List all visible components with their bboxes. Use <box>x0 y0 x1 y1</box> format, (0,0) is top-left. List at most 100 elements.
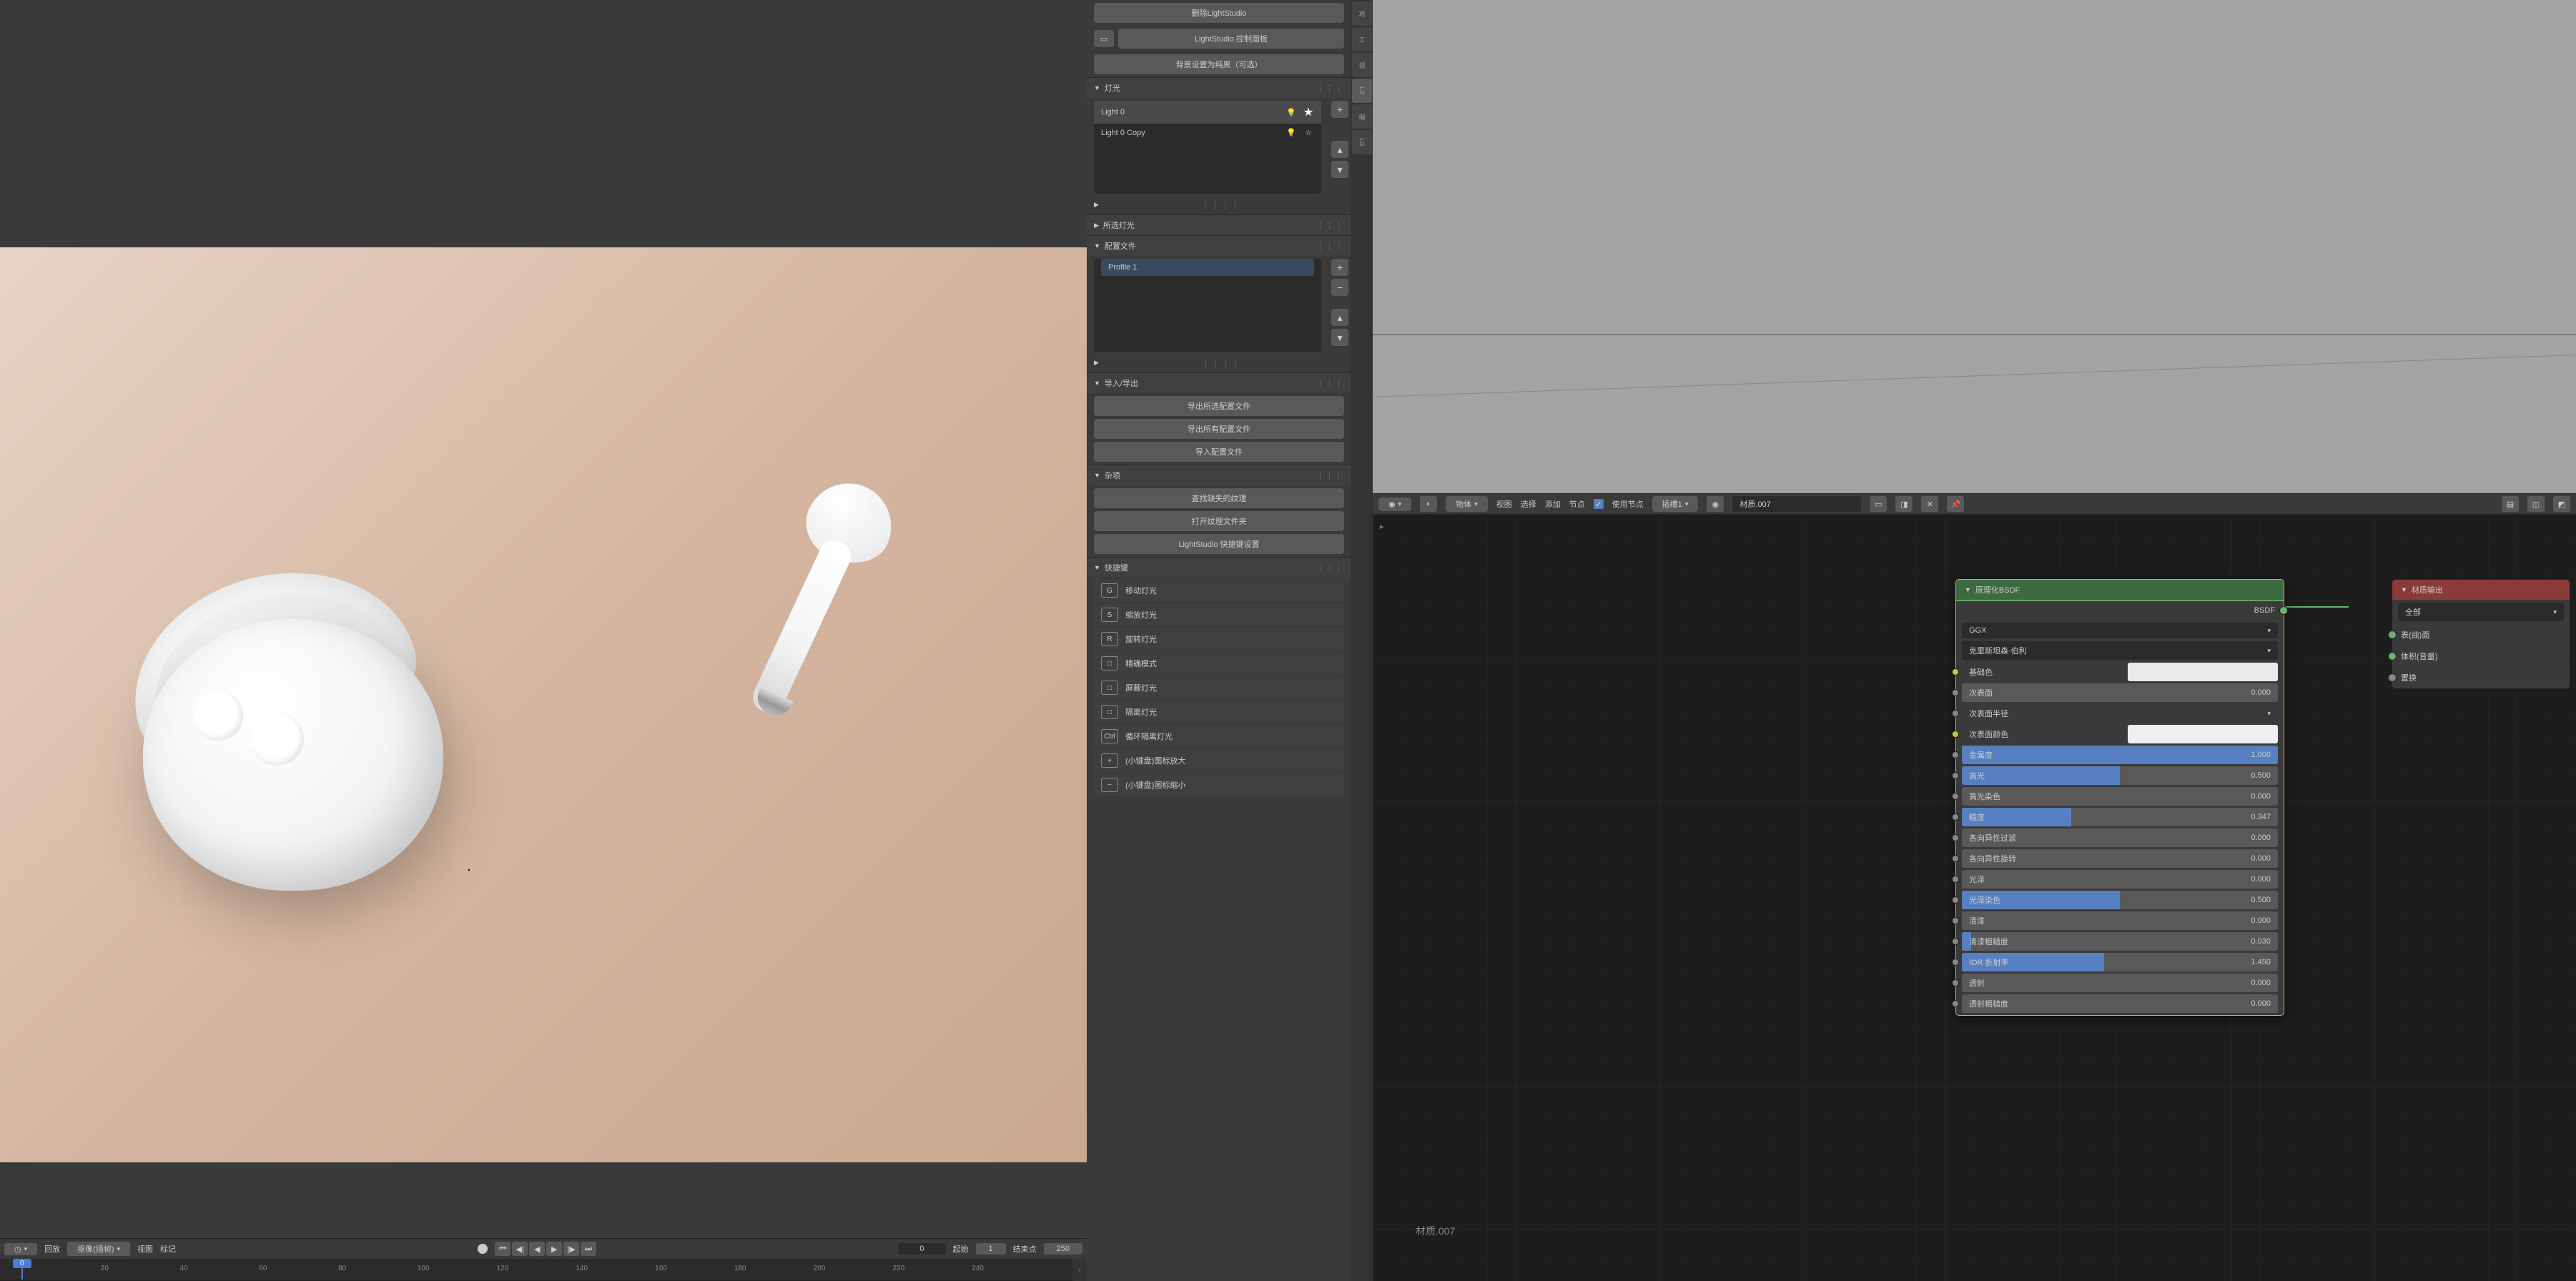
light-visibility-icon[interactable]: 💡 <box>1285 128 1297 137</box>
io-button[interactable]: 导出所有配置文件 <box>1094 419 1344 439</box>
ne-select-menu[interactable]: 选择 <box>1521 498 1536 510</box>
end-frame-input[interactable]: 250 <box>1044 1243 1082 1255</box>
profile-list[interactable]: Profile 1 <box>1094 259 1321 352</box>
node-link[interactable] <box>2284 606 2349 608</box>
bsdf-property-各向异性过滤[interactable]: 各向异性过滤0.000 <box>1962 829 2278 847</box>
material-icon[interactable]: ◉ <box>1707 496 1724 512</box>
misc-button[interactable]: 打开纹理文件夹 <box>1094 511 1344 531</box>
jump-to-start-button[interactable]: ⏮ <box>495 1242 510 1256</box>
light-list-item[interactable]: Light 0💡★ <box>1094 101 1321 124</box>
misc-section-header[interactable]: ▼杂项⋮⋮⋮ <box>1087 465 1351 485</box>
material-unlink-button[interactable]: ✕ <box>1921 496 1938 512</box>
tab-lg[interactable]: LG <box>1352 130 1372 154</box>
render-viewport[interactable] <box>0 0 1087 1238</box>
light-favourite-icon[interactable]: ★ <box>1303 105 1314 119</box>
material-output-node[interactable]: ▼材质输出 全部▾ 表(曲)面 体积(音量) 置换 <box>2392 579 2570 689</box>
node-canvas[interactable]: ▸ ▼原理化BSDF BSDF GGX▾ 克里斯坦森·伯利▾ 基础色次表面0.0… <box>1373 515 2576 1281</box>
use-nodes-checkbox[interactable]: ✓ <box>1594 499 1604 509</box>
shader-mode-selector[interactable]: 物体▾ <box>1446 496 1488 512</box>
ne-tool2-button[interactable]: ◫ <box>2527 496 2545 512</box>
bsdf-property-光泽染色[interactable]: 光泽染色0.500 <box>1962 891 2278 909</box>
keyframe-next-button[interactable]: |▶ <box>563 1242 579 1256</box>
ne-tool1-button[interactable]: ▤ <box>2502 496 2519 512</box>
auto-keyframe-toggle[interactable] <box>478 1244 488 1254</box>
move-profile-up-button[interactable]: ▴ <box>1331 309 1348 326</box>
bsdf-property-高光染色[interactable]: 高光染色0.000 <box>1962 787 2278 806</box>
slot-selector[interactable]: 插槽1▾ <box>1652 496 1699 512</box>
ne-node-menu[interactable]: 节点 <box>1569 498 1585 510</box>
bsdf-property-透射粗糙度[interactable]: 透射粗糙度0.000 <box>1962 994 2278 1013</box>
add-profile-button[interactable]: + <box>1331 259 1348 276</box>
start-frame-input[interactable]: 1 <box>976 1243 1006 1255</box>
timeline-editor-selector[interactable]: ◷ ▾ <box>4 1243 37 1255</box>
io-button[interactable]: 导出所选配置文件 <box>1094 396 1344 416</box>
timeline[interactable]: ◷ ▾ 回放 抠像(插帧) ▾ 视图 标记 ⏮ ◀| ◀ ▶ |▶ ⏭ 0 起始 <box>0 1238 1087 1281</box>
lights-expand-icon[interactable]: ▶ <box>1094 201 1099 210</box>
light-list-item[interactable]: Light 0 Copy💡☆ <box>1094 124 1321 142</box>
tab-edit[interactable]: 编 <box>1352 104 1372 129</box>
timeline-playback-menu[interactable]: 回放 <box>44 1243 60 1255</box>
principled-bsdf-node[interactable]: ▼原理化BSDF BSDF GGX▾ 克里斯坦森·伯利▾ 基础色次表面0.000… <box>1955 579 2284 1016</box>
bsdf-property-清漆粗糙度[interactable]: 清漆粗糙度0.030 <box>1962 932 2278 951</box>
surface-input-socket[interactable]: 表(曲)面 <box>2392 624 2570 646</box>
bsdf-property-透射[interactable]: 透射0.000 <box>1962 974 2278 992</box>
move-light-up-button[interactable]: ▴ <box>1331 141 1348 158</box>
misc-button[interactable]: 查找缺失的纹理 <box>1094 488 1344 508</box>
shortcut-section-header[interactable]: ▼快捷键⋮⋮⋮ <box>1087 558 1351 578</box>
distribution-dropdown[interactable]: GGX▾ <box>1962 623 2278 638</box>
control-panel-button[interactable]: LightStudio 控制面板 <box>1118 29 1344 49</box>
ne-add-menu[interactable]: 添加 <box>1545 498 1561 510</box>
material-new-button[interactable]: ▭ <box>1870 496 1887 512</box>
tab-tool[interactable]: 工 <box>1352 27 1372 51</box>
bsdf-property-高光[interactable]: 高光0.500 <box>1962 766 2278 785</box>
lights-section-header[interactable]: ▼灯光⋮⋮⋮ <box>1087 78 1351 98</box>
shader-type-icon[interactable]: ◐ <box>1420 496 1437 512</box>
light-visibility-icon[interactable]: 💡 <box>1285 108 1297 117</box>
move-light-down-button[interactable]: ▾ <box>1331 161 1348 178</box>
misc-button[interactable]: LightStudio 快捷键设置 <box>1094 534 1344 554</box>
bsdf-property-光泽[interactable]: 光泽0.000 <box>1962 870 2278 889</box>
displacement-input-socket[interactable]: 置换 <box>2392 667 2570 688</box>
control-panel-unlink-button[interactable]: ▭ <box>1094 30 1114 47</box>
remove-lightstudio-button[interactable]: 删除LightStudio <box>1094 3 1344 23</box>
bsdf-output-socket[interactable]: BSDF <box>1956 601 2284 620</box>
move-profile-down-button[interactable]: ▾ <box>1331 329 1348 346</box>
tab-view[interactable]: 视 <box>1352 53 1372 77</box>
tab-item[interactable]: 项 <box>1352 1 1372 26</box>
bsdf-property-次表面半径[interactable]: 次表面半径▾ <box>1962 704 2278 723</box>
profile-expand-icon[interactable]: ▶ <box>1094 359 1099 368</box>
material-name-input[interactable]: 材质.007 <box>1732 496 1861 512</box>
timeline-view-menu[interactable]: 视图 <box>137 1243 153 1255</box>
timeline-ruler[interactable]: 20406080100120140160180200220240 <box>0 1259 1072 1281</box>
bsdf-property-IOR 折射率[interactable]: IOR 折射率1.450 <box>1962 953 2278 971</box>
sidebar-expand-icon[interactable]: ▸ <box>1380 522 1384 531</box>
add-light-button[interactable]: + <box>1331 101 1348 118</box>
bsdf-property-清漆[interactable]: 清漆0.000 <box>1962 911 2278 930</box>
bsdf-property-次表面[interactable]: 次表面0.000 <box>1962 683 2278 702</box>
selected-light-header[interactable]: ▶所选灯光⋮⋮⋮ <box>1087 215 1351 235</box>
play-button[interactable]: ▶ <box>546 1242 562 1256</box>
profile-section-header[interactable]: ▼配置文件⋮⋮⋮ <box>1087 236 1351 256</box>
bsdf-property-次表面颜色[interactable]: 次表面颜色 <box>1962 725 2278 743</box>
3d-viewport[interactable] <box>1373 0 2576 493</box>
lights-list[interactable]: Light 0💡★Light 0 Copy💡☆ <box>1094 101 1321 194</box>
ne-view-menu[interactable]: 视图 <box>1496 498 1512 510</box>
play-reverse-button[interactable]: ◀ <box>529 1242 545 1256</box>
timeline-playhead[interactable] <box>21 1259 23 1281</box>
current-frame-input[interactable]: 0 <box>898 1243 945 1255</box>
keyframe-prev-button[interactable]: ◀| <box>512 1242 528 1256</box>
tab-ls[interactable]: LS <box>1352 79 1372 103</box>
n-panel-tabs[interactable]: 项 工 视 LS 编 LG <box>1351 0 1373 1281</box>
profile-item[interactable]: Profile 1 <box>1101 259 1314 276</box>
bsdf-property-基础色[interactable]: 基础色 <box>1962 663 2278 681</box>
output-target-dropdown[interactable]: 全部▾ <box>2398 603 2564 621</box>
remove-profile-button[interactable]: − <box>1331 279 1348 296</box>
editor-type-selector[interactable]: ◉▾ <box>1378 498 1411 511</box>
light-favourite-icon[interactable]: ☆ <box>1303 128 1314 137</box>
bsdf-property-各向异性旋转[interactable]: 各向异性旋转0.000 <box>1962 849 2278 868</box>
material-copies-button[interactable]: ◨ <box>1895 496 1913 512</box>
subsurf-method-dropdown[interactable]: 克里斯坦森·伯利▾ <box>1962 641 2278 660</box>
timeline-keying-selector[interactable]: 抠像(插帧) ▾ <box>67 1242 130 1256</box>
bsdf-property-金属度[interactable]: 金属度1.000 <box>1962 746 2278 764</box>
ne-tool3-button[interactable]: ◩ <box>2553 496 2570 512</box>
